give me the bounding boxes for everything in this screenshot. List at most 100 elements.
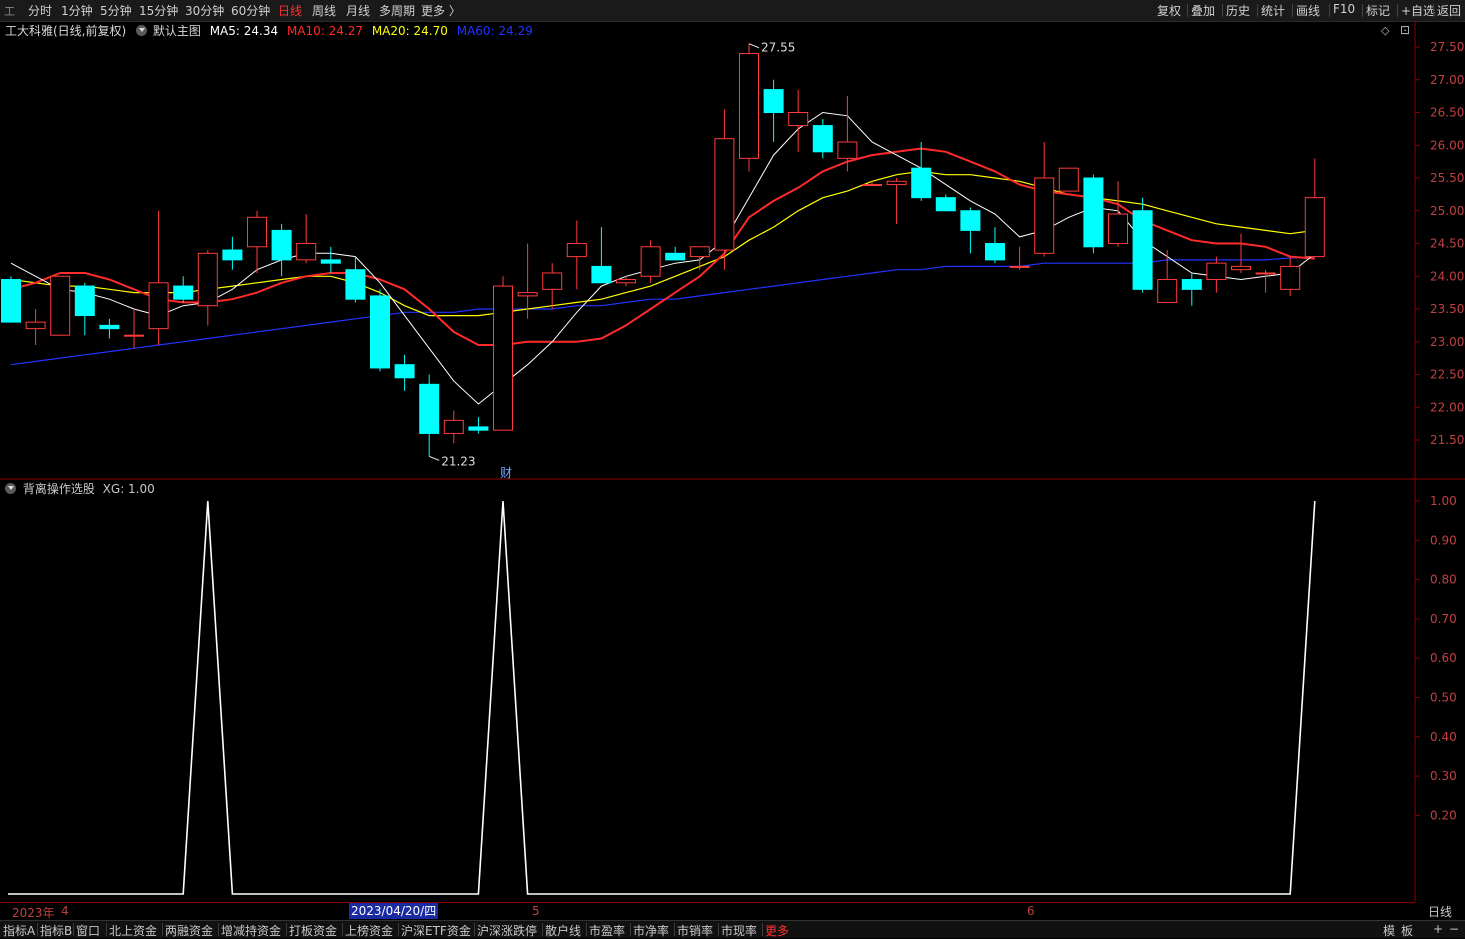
bottom-tab-1[interactable]: 指标B xyxy=(40,922,72,939)
period-label[interactable]: 日线 xyxy=(1428,903,1452,920)
candle[interactable] xyxy=(148,210,169,346)
candle[interactable] xyxy=(1304,158,1325,258)
timeframe-tab-7[interactable]: 周线 xyxy=(312,2,336,19)
timeframe-tab-9[interactable]: 多周期 xyxy=(379,2,415,19)
candle-body xyxy=(271,229,292,261)
candle[interactable] xyxy=(370,289,390,372)
timeframe-tab-8[interactable]: 月线 xyxy=(346,2,370,19)
candle[interactable] xyxy=(1108,181,1128,247)
candle[interactable] xyxy=(788,89,809,152)
bottom-tab-14[interactable]: 市现率 xyxy=(721,922,757,939)
timeframe-tab-6[interactable]: 日线 xyxy=(278,2,302,19)
indicator-name[interactable]: 背离操作选股 xyxy=(23,482,95,496)
candle[interactable] xyxy=(1009,246,1030,270)
bottom-tab-3[interactable]: 北上资金 xyxy=(109,922,157,939)
tool-button-7[interactable]: +自选 xyxy=(1401,2,1435,19)
candle[interactable] xyxy=(247,210,267,273)
timeframe-tab-1[interactable]: 1分钟 xyxy=(61,2,93,19)
bottom-tab-7[interactable]: 上榜资金 xyxy=(345,922,393,939)
bottom-tab-11[interactable]: 市盈率 xyxy=(589,922,625,939)
tool-button-6[interactable]: 标记 xyxy=(1366,2,1390,19)
candle[interactable] xyxy=(542,263,563,309)
candle[interactable] xyxy=(124,309,144,349)
tool-button-0[interactable]: 复权 xyxy=(1157,2,1181,19)
candle[interactable] xyxy=(25,309,46,346)
tool-button-4[interactable]: 画线 xyxy=(1296,2,1320,19)
candle[interactable] xyxy=(222,236,243,270)
candle[interactable] xyxy=(911,141,932,201)
candle[interactable] xyxy=(443,410,464,444)
bottom-tab-4[interactable]: 两融资金 xyxy=(165,922,213,939)
tool-button-3[interactable]: 统计 xyxy=(1261,2,1285,19)
menu-icon[interactable]: 工 xyxy=(4,3,15,19)
candle[interactable] xyxy=(296,214,317,264)
candle[interactable] xyxy=(1034,141,1055,257)
candle[interactable] xyxy=(935,194,956,212)
candle[interactable] xyxy=(739,43,759,172)
candle[interactable] xyxy=(1280,256,1301,296)
candle[interactable] xyxy=(1231,233,1251,273)
candle[interactable] xyxy=(665,246,686,261)
bottom-tab-9[interactable]: 沪深涨跌停 xyxy=(477,922,537,939)
candle[interactable] xyxy=(1255,269,1276,293)
candle[interactable] xyxy=(320,246,341,273)
bottom-right-button-3[interactable]: − xyxy=(1449,922,1459,936)
candle[interactable] xyxy=(566,220,587,290)
candle[interactable] xyxy=(173,276,194,303)
candle[interactable] xyxy=(1206,256,1227,293)
candle[interactable] xyxy=(197,250,218,326)
candle[interactable] xyxy=(271,223,292,277)
candle[interactable] xyxy=(1083,174,1104,254)
timeframe-tab-0[interactable]: 分时 xyxy=(28,2,52,19)
candle[interactable] xyxy=(960,207,981,254)
tool-button-8[interactable]: 返回 xyxy=(1437,2,1461,19)
indicator-tick-label: 1.00 xyxy=(1430,494,1457,508)
candle[interactable] xyxy=(1,276,21,323)
candle[interactable] xyxy=(74,282,95,336)
candle[interactable] xyxy=(419,374,440,457)
bottom-tab-13[interactable]: 市销率 xyxy=(677,922,713,939)
candle[interactable] xyxy=(616,276,636,287)
bottom-right-button-0[interactable]: 模 xyxy=(1383,922,1395,939)
candle-body xyxy=(222,249,243,261)
indicator-dropdown-icon[interactable] xyxy=(5,483,16,494)
bottom-tab-2[interactable]: 窗口 xyxy=(76,922,100,939)
candle[interactable] xyxy=(1181,272,1202,306)
candle[interactable] xyxy=(985,227,1005,264)
candle[interactable] xyxy=(50,275,71,336)
candle[interactable] xyxy=(493,276,513,431)
timeframe-tab-10[interactable]: 更多 〉 xyxy=(421,2,461,19)
candle[interactable] xyxy=(812,119,833,159)
tool-button-5[interactable]: F10 xyxy=(1333,2,1355,16)
candle[interactable] xyxy=(99,318,120,339)
candle[interactable] xyxy=(394,354,415,391)
candle[interactable] xyxy=(1157,250,1178,303)
candle[interactable] xyxy=(591,227,612,284)
timeframe-tab-2[interactable]: 5分钟 xyxy=(100,2,132,19)
tool-button-1[interactable]: 叠加 xyxy=(1191,2,1215,19)
bottom-tab-5[interactable]: 增减持资金 xyxy=(221,922,281,939)
bottom-tab-10[interactable]: 散户线 xyxy=(545,922,581,939)
timeframe-tab-4[interactable]: 30分钟 xyxy=(185,2,224,19)
bottom-tab-0[interactable]: 指标A xyxy=(3,922,35,939)
candle[interactable] xyxy=(1132,197,1153,293)
bottom-right-button-2[interactable]: + xyxy=(1433,922,1443,936)
tool-button-2[interactable]: 历史 xyxy=(1226,2,1250,19)
bottom-tab-6[interactable]: 打板资金 xyxy=(289,922,337,939)
bottom-right-button-1[interactable]: 板 xyxy=(1401,922,1413,939)
candle[interactable] xyxy=(714,109,735,270)
bottom-indicator-tabs: 指标A 指标B 窗口 北上资金 两融资金 增减持资金 打板资金 上榜资金 沪深ETF资金 沪深涨跌… xyxy=(0,920,1465,938)
candle[interactable] xyxy=(689,246,710,270)
candle[interactable] xyxy=(468,417,489,434)
candle[interactable] xyxy=(886,178,907,224)
financial-report-marker[interactable]: 财 xyxy=(500,464,512,481)
candle[interactable] xyxy=(1058,167,1079,192)
candle[interactable] xyxy=(763,79,784,142)
timeframe-tab-3[interactable]: 15分钟 xyxy=(139,2,178,19)
bottom-tab-8[interactable]: 沪深ETF资金 xyxy=(401,922,471,939)
kline-chart[interactable]: 21.50 22.00 22.50 23.00 23.50 24.00 24.50 25.00… xyxy=(0,22,1465,902)
candle[interactable] xyxy=(640,240,661,283)
bottom-tab-12[interactable]: 市净率 xyxy=(633,922,669,939)
timeframe-tab-5[interactable]: 60分钟 xyxy=(231,2,270,19)
bottom-tab-15[interactable]: 更多 xyxy=(765,922,789,939)
